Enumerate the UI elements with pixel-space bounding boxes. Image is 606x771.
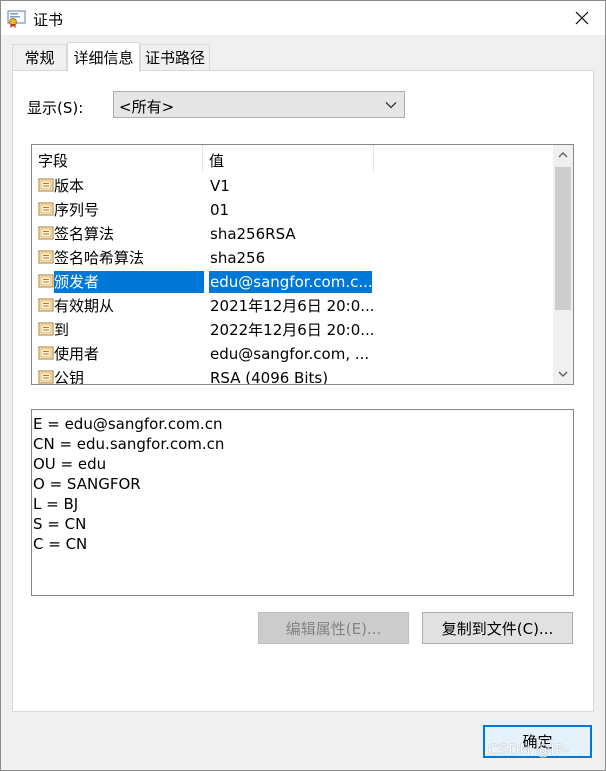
fields-list[interactable]: 字段 值 版本 V1 序列号 01 签名算法 sha256RSA 签名哈希算法 sha256 颁…	[31, 144, 574, 385]
watermark: CSDN @IP-	[488, 741, 570, 759]
list-header: 字段 值	[32, 145, 552, 172]
certificate-field-icon	[38, 345, 54, 361]
close-icon	[575, 11, 589, 25]
field-value: RSA (4096 Bits)	[210, 369, 329, 385]
field-value: 2022年12月6日 20:0...	[210, 321, 375, 339]
scroll-down-button[interactable]	[553, 364, 573, 384]
column-header-field[interactable]: 字段	[32, 145, 203, 172]
detail-line: L = BJ	[33, 495, 79, 513]
field-name: 有效期从	[54, 297, 115, 315]
copy-to-file-button[interactable]: 复制到文件(C)...	[422, 612, 573, 644]
list-item[interactable]: 颁发者 edu@sangfor.com.c...	[32, 269, 552, 293]
certificate-icon	[7, 10, 26, 28]
certificate-field-icon	[38, 201, 54, 217]
field-value: V1	[210, 177, 230, 195]
field-name: 签名哈希算法	[54, 249, 145, 267]
chevron-up-icon	[558, 152, 568, 158]
field-name: 序列号	[54, 201, 100, 219]
list-item[interactable]: 使用者 edu@sangfor.com, ...	[32, 341, 552, 365]
field-value: edu@sangfor.com.c...	[209, 271, 373, 293]
field-detail-textbox[interactable]: E = edu@sangfor.com.cn CN = edu.sangfor.c…	[31, 409, 574, 596]
certificate-field-icon	[38, 249, 54, 265]
field-value: sha256	[210, 249, 266, 267]
field-name: 使用者	[54, 345, 100, 363]
list-item[interactable]: 签名哈希算法 sha256	[32, 245, 552, 269]
tab-general[interactable]: 常规	[12, 44, 67, 70]
close-button[interactable]	[559, 1, 605, 35]
field-value: sha256RSA	[210, 225, 296, 243]
detail-line: E = edu@sangfor.com.cn	[33, 415, 223, 433]
certificate-field-icon	[38, 225, 54, 241]
list-item[interactable]: 签名算法 sha256RSA	[32, 221, 552, 245]
chevron-down-icon	[385, 102, 397, 109]
list-item[interactable]: 版本 V1	[32, 173, 552, 197]
field-name: 颁发者	[54, 271, 204, 293]
scroll-up-button[interactable]	[553, 145, 573, 165]
tab-certification-path[interactable]: 证书路径	[140, 44, 210, 70]
show-label: 显示(S):	[27, 99, 84, 117]
show-dropdown-value: <所有>	[119, 98, 175, 116]
detail-line: O = SANGFOR	[33, 475, 141, 493]
list-item[interactable]: 公钥 RSA (4096 Bits)	[32, 365, 552, 385]
certificate-field-icon	[38, 321, 54, 337]
detail-line: OU = edu	[33, 455, 107, 473]
certificate-field-icon	[38, 369, 54, 384]
field-value: 2021年12月6日 20:0...	[210, 297, 375, 315]
certificate-field-icon	[38, 177, 54, 193]
field-name: 签名算法	[54, 225, 115, 243]
title-bar: 证书	[1, 1, 605, 35]
detail-line: S = CN	[33, 515, 87, 533]
field-value: 01	[210, 201, 230, 219]
show-dropdown[interactable]: <所有>	[113, 91, 405, 118]
column-header-value[interactable]: 值	[203, 145, 374, 172]
field-name: 版本	[54, 177, 85, 195]
tab-details[interactable]: 详细信息	[67, 42, 140, 72]
detail-line: CN = edu.sangfor.com.cn	[33, 435, 225, 453]
scrollbar-thumb[interactable]	[555, 167, 571, 310]
certificate-field-icon	[38, 273, 54, 289]
field-name: 到	[54, 321, 70, 339]
window-title: 证书	[33, 11, 64, 29]
chevron-down-icon	[558, 371, 568, 377]
certificate-field-icon	[38, 297, 54, 313]
list-item[interactable]: 序列号 01	[32, 197, 552, 221]
list-item[interactable]: 有效期从 2021年12月6日 20:0...	[32, 293, 552, 317]
edit-properties-button[interactable]: 编辑属性(E)...	[258, 612, 409, 644]
field-value: edu@sangfor.com, ...	[210, 345, 370, 363]
detail-line: C = CN	[33, 535, 88, 553]
list-item[interactable]: 到 2022年12月6日 20:0...	[32, 317, 552, 341]
vertical-scrollbar[interactable]	[553, 145, 573, 384]
field-name: 公钥	[54, 369, 85, 385]
